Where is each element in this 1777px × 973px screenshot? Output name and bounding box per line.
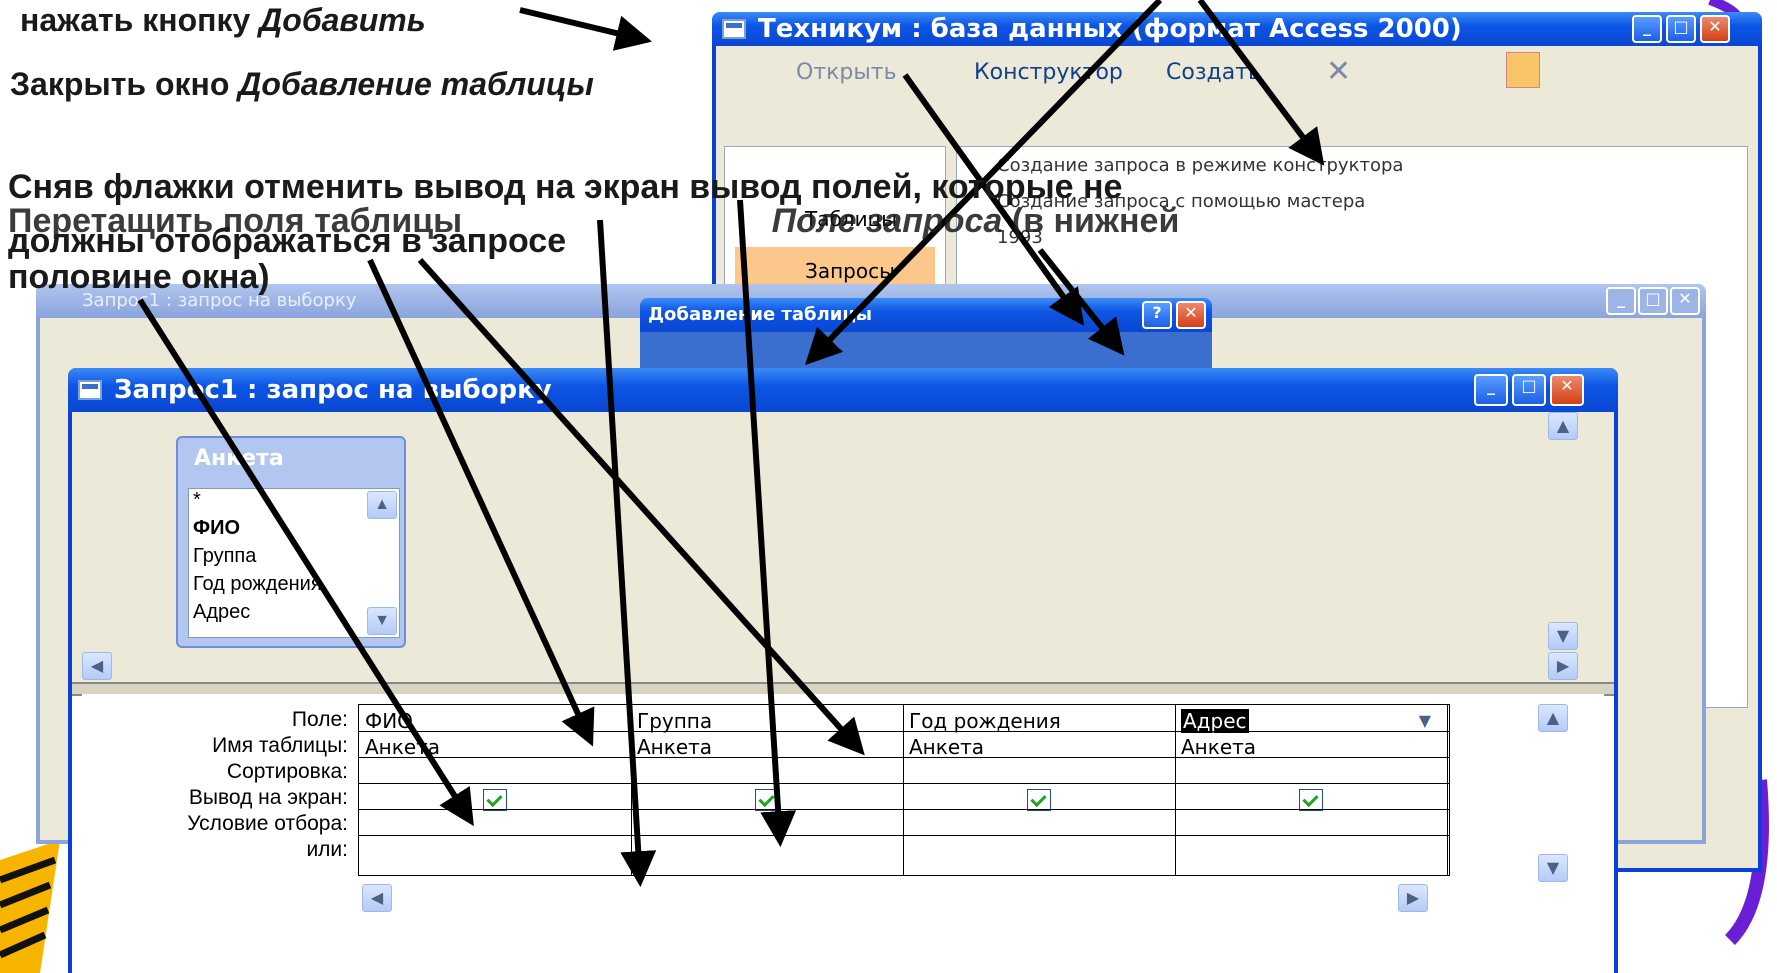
annotation-close-window: Закрыть окно Добавление таблицы	[10, 66, 594, 102]
arrow	[137, 298, 474, 827]
arrow	[597, 219, 657, 888]
annotation-add-button: нажать кнопку Добавить	[20, 2, 426, 38]
arrow	[367, 258, 595, 747]
arrow	[519, 7, 653, 51]
arrow	[737, 199, 797, 848]
arrow	[1197, 0, 1325, 166]
annotation-line4: половине окна)	[8, 258, 270, 296]
annotation-arrows	[137, 0, 1325, 888]
arrow	[417, 257, 865, 756]
annotation-line3: Перетащить поля таблицы Поле запроса (в …	[8, 202, 1180, 240]
arrow	[1037, 248, 1125, 356]
